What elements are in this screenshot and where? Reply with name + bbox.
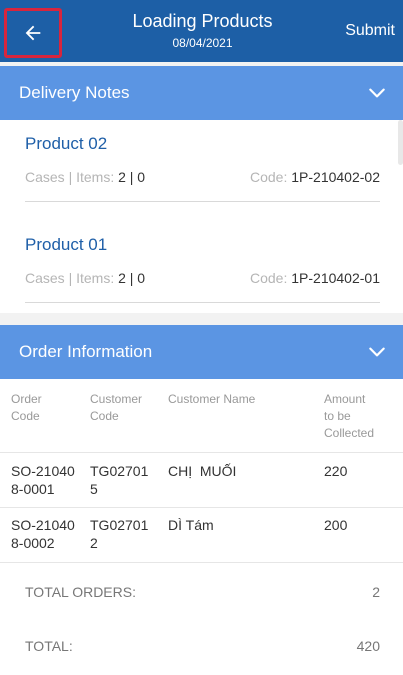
customer-name-cell: CHỊ MUỐI <box>168 463 237 479</box>
order-code-cell: SO-21040 8-0002 <box>11 517 75 551</box>
code-value: 1P-210402-01 <box>291 270 380 286</box>
order-code-cell: SO-21040 8-0001 <box>11 463 75 497</box>
customer-code-cell: TG02701 5 <box>90 463 149 497</box>
chevron-down-icon <box>369 88 385 98</box>
page-title: Loading Products <box>132 11 273 31</box>
product-code: Code: 1P-210402-02 <box>250 169 380 185</box>
total-orders-label: TOTAL ORDERS: <box>25 584 136 600</box>
page-date: 08/04/2021 <box>172 36 233 50</box>
column-header-amount: Amount to be Collected <box>324 392 375 440</box>
product-name[interactable]: Product 02 <box>25 134 107 154</box>
scrollbar[interactable] <box>398 120 403 165</box>
column-header-customer-name: Customer Name <box>168 392 256 406</box>
product-code: Code: 1P-210402-01 <box>250 270 380 286</box>
cases-items-label: Cases | Items: <box>25 169 115 185</box>
chevron-down-icon <box>369 347 385 357</box>
divider <box>25 201 380 202</box>
code-value: 1P-210402-02 <box>291 169 380 185</box>
product-cases-items: Cases | Items: 2 | 0 <box>25 270 145 286</box>
total-label: TOTAL: <box>25 638 73 654</box>
customer-code-cell: TG02701 2 <box>90 517 149 551</box>
column-header-customer-code: Customer Code <box>90 392 143 423</box>
row-divider <box>0 507 403 508</box>
cases-items-label: Cases | Items: <box>25 270 115 286</box>
order-information-header[interactable]: Order Information <box>0 325 403 379</box>
customer-name-cell: DÌ Tám <box>168 517 214 533</box>
arrow-left-icon <box>25 25 41 41</box>
product-name[interactable]: Product 01 <box>25 235 107 255</box>
header-title-group: Loading Products 08/04/2021 <box>80 10 325 51</box>
column-header-order-code: Order Code <box>11 392 42 423</box>
app-header: Loading Products 08/04/2021 Submit <box>0 0 403 62</box>
back-button[interactable] <box>4 8 62 58</box>
section-spacer <box>0 313 403 325</box>
total-orders-value: 2 <box>372 584 380 600</box>
code-label: Code: <box>250 169 288 185</box>
row-divider <box>0 562 403 563</box>
amount-cell: 220 <box>324 463 348 479</box>
total-value: 420 <box>356 638 380 654</box>
delivery-notes-title: Delivery Notes <box>19 83 130 102</box>
amount-cell: 200 <box>324 517 348 533</box>
cases-items-value: 2 | 0 <box>118 169 146 185</box>
delivery-notes-header[interactable]: Delivery Notes <box>0 66 403 120</box>
product-cases-items: Cases | Items: 2 | 0 <box>25 169 145 185</box>
divider <box>25 302 380 303</box>
order-information-title: Order Information <box>19 342 153 361</box>
code-label: Code: <box>250 270 288 286</box>
row-divider <box>0 452 403 453</box>
submit-button[interactable]: Submit <box>345 22 395 40</box>
cases-items-value: 2 | 0 <box>118 270 146 286</box>
